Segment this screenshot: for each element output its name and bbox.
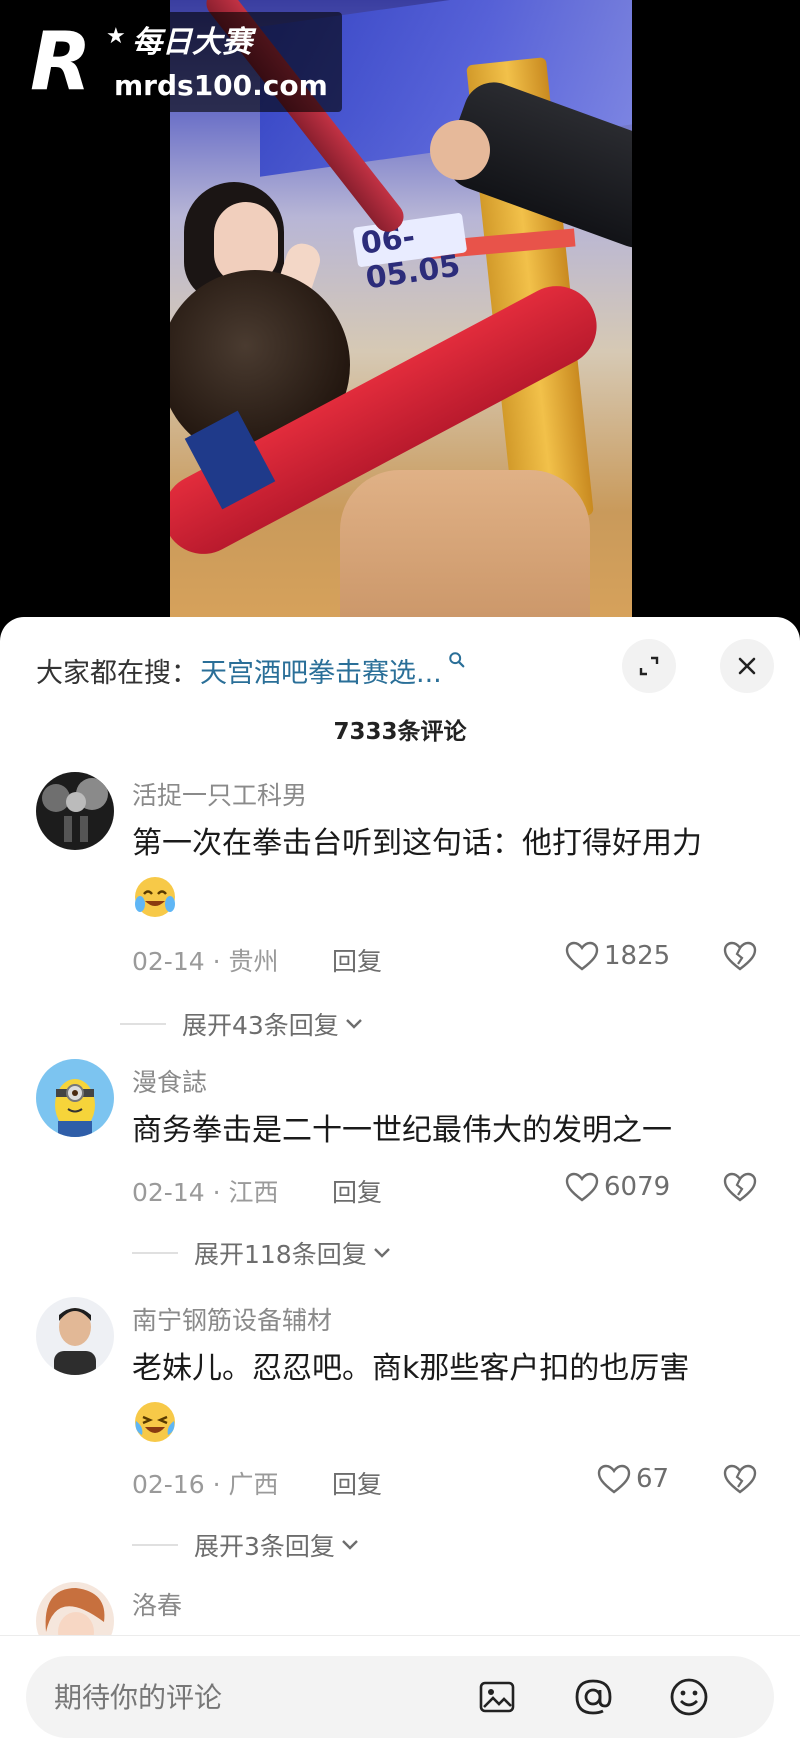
logo-r-mark: R [30,15,92,108]
smiley-icon [670,1678,708,1716]
watermark-logo: R ★ 每日大赛 mrds100.com [12,12,342,112]
comment-text: 商务拳击是二十一世纪最伟大的发明之一 [132,1113,672,1148]
expand-replies[interactable]: 展开118条回复 [132,1235,393,1271]
chevron-down-icon [345,1019,362,1029]
close-icon [738,657,756,675]
comment-text: 第一次在拳击台听到这句话：他打得好用力 [132,826,702,861]
broken-heart-icon [723,1172,757,1202]
comment-item: 漫食誌 商务拳击是二十一世纪最伟大的发明之一 02-14 · 江西 回复 607… [0,1059,800,1269]
broken-heart-icon [723,1464,757,1494]
heart-icon [565,941,599,971]
video-screen-text: 06-05.05 [352,212,468,296]
expand-button[interactable] [622,639,676,693]
dislike-button[interactable] [722,940,758,976]
like-button[interactable]: 1825 [564,940,670,972]
heart-icon [565,1172,599,1202]
comment-username[interactable]: 漫食誌 [132,1063,207,1099]
expand-replies[interactable]: 展开43条回复 [120,1006,365,1042]
emoji-button[interactable] [666,1674,712,1720]
at-sign-icon [575,1679,612,1715]
search-icon [449,652,465,668]
crying-laughing-emoji [135,1402,175,1442]
comment-item: 活捉一只工科男 第一次在拳击台听到这句话：他打得好用力 02-14 · 贵州 回… [0,772,800,1040]
dislike-button[interactable] [722,1463,758,1499]
avatar[interactable] [36,772,114,850]
comment-date-location: 02-14 · 贵州 [132,947,279,976]
comment-input[interactable] [54,1674,514,1720]
expand-replies-label: 展开118条回复 [194,1240,367,1269]
reply-button[interactable]: 回复 [332,942,382,978]
like-count: 6079 [604,1172,671,1202]
avatar-image [36,1059,114,1137]
heart-icon [597,1464,631,1494]
comment-input-container[interactable] [26,1656,774,1738]
broken-heart-icon [723,941,757,971]
mention-button[interactable] [570,1674,616,1720]
reply-button[interactable]: 回复 [332,1173,382,1209]
expand-icon [639,656,659,676]
expand-replies-label: 展开43条回复 [182,1011,339,1040]
comment-input-bar [0,1635,800,1759]
expand-replies[interactable]: 展开3条回复 [132,1527,361,1563]
star-icon: ★ [106,24,126,49]
logo-brand-text: 每日大赛 [132,25,252,60]
search-prefix: 大家都在搜： [36,657,198,689]
laughing-tears-emoji [135,877,175,917]
image-icon [479,1681,515,1713]
logo-url: mrds100.com [114,69,328,102]
comment-item: 南宁钢筋设备辅材 老妹儿。忍忍吧。商k那些客户扣的也厉害 02-16 · 广西 … [0,1297,800,1567]
avatar[interactable] [36,1297,114,1375]
like-button[interactable]: 67 [596,1463,669,1495]
avatar[interactable] [36,1059,114,1137]
avatar-image [36,772,114,850]
chevron-down-icon [342,1540,358,1550]
comment-username[interactable]: 活捉一只工科男 [132,776,307,812]
comment-username[interactable]: 南宁钢筋设备辅材 [132,1301,332,1337]
trending-search[interactable]: 大家都在搜： 天宫酒吧拳击赛选... [36,645,466,695]
close-button[interactable] [720,639,774,693]
comment-date-location: 02-14 · 江西 [132,1178,279,1207]
like-count: 1825 [604,941,671,971]
comment-text: 老妹儿。忍忍吧。商k那些客户扣的也厉害 [132,1351,690,1386]
dislike-button[interactable] [722,1171,758,1207]
comment-date-location: 02-16 · 广西 [132,1470,279,1499]
like-button[interactable]: 6079 [564,1171,670,1203]
expand-replies-label: 展开3条回复 [194,1532,335,1561]
chevron-down-icon [373,1248,390,1258]
image-button[interactable] [474,1674,520,1720]
avatar-image [36,1297,114,1375]
comment-item: 洛春 [0,1582,800,1660]
search-suggestion-link[interactable]: 天宫酒吧拳击赛选... [200,651,442,690]
like-count: 67 [636,1464,670,1494]
comment-count: 7333条评论 [333,719,467,745]
comment-sheet: 大家都在搜： 天宫酒吧拳击赛选... 7333条评论 活捉一只工科男 第一次在拳… [0,617,800,1759]
reply-button[interactable]: 回复 [332,1465,382,1501]
comment-username[interactable]: 洛春 [132,1586,182,1622]
